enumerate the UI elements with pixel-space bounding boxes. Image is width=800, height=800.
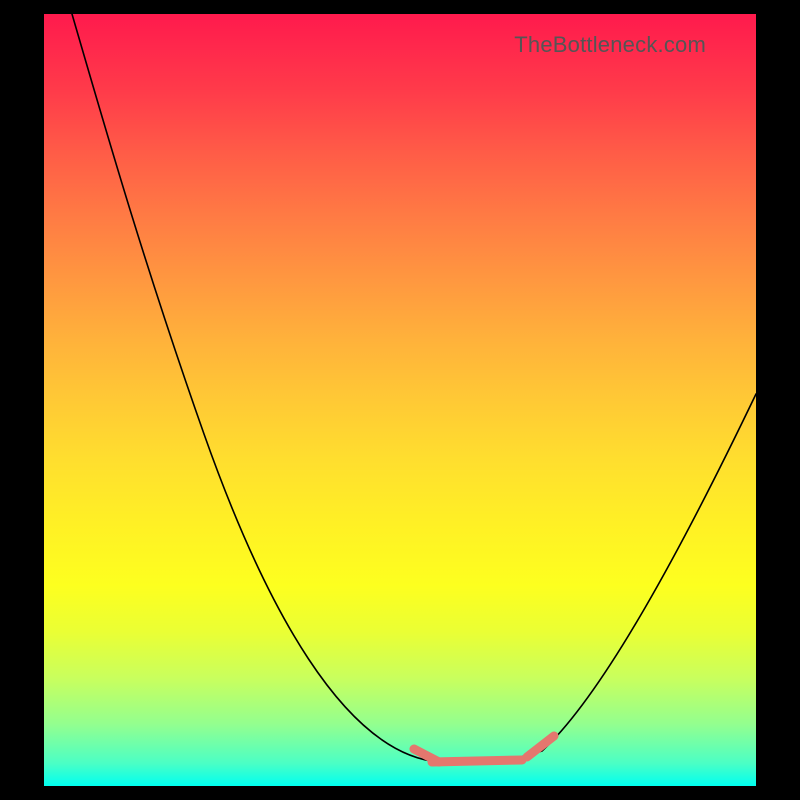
low-bottleneck-marker-center: [432, 760, 522, 762]
chart-svg: [44, 14, 756, 786]
low-bottleneck-marker-left: [414, 749, 439, 762]
low-bottleneck-marker-right: [527, 736, 554, 757]
plot-area: TheBottleneck.com: [44, 14, 756, 786]
bottleneck-curve: [72, 14, 756, 763]
watermark-text: TheBottleneck.com: [514, 32, 706, 58]
chart-container: TheBottleneck.com: [0, 0, 800, 800]
